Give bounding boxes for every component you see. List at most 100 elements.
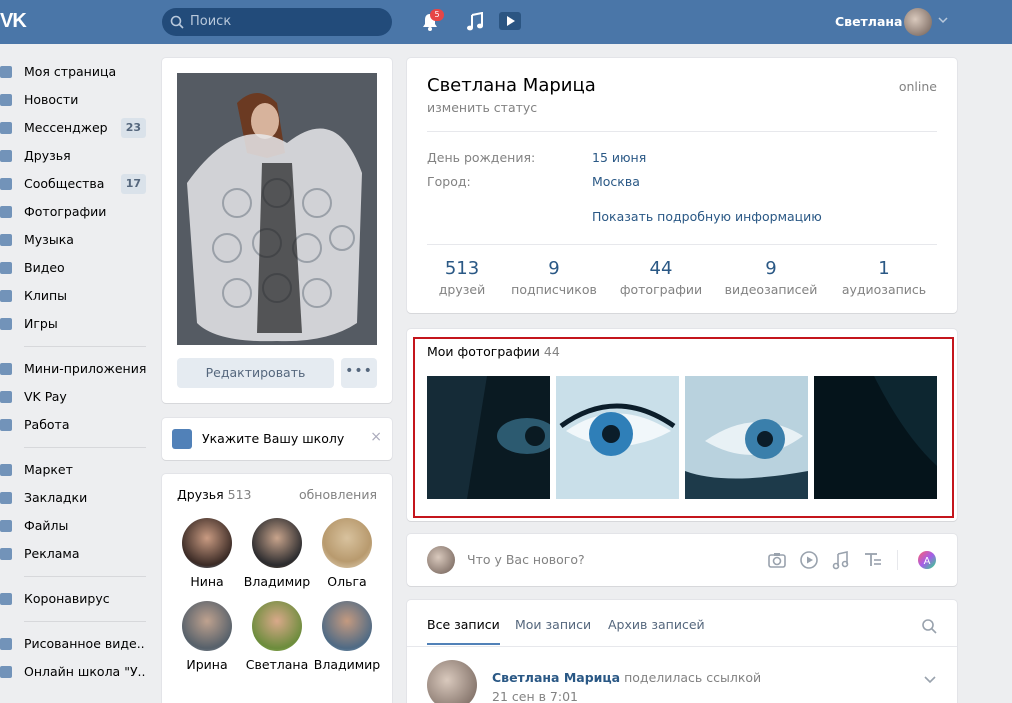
virus-icon <box>0 593 12 605</box>
friend-item[interactable]: Владимир <box>242 518 312 589</box>
friend-item[interactable]: Светлана <box>242 601 312 672</box>
tab-all-posts[interactable]: Все записи <box>427 617 500 632</box>
counter-photos[interactable]: 44 фотографии <box>606 258 716 297</box>
sidebar-item-ads[interactable]: Реклама <box>0 540 150 568</box>
search-placeholder: Поиск <box>190 14 232 29</box>
avatar <box>252 601 302 651</box>
sidebar-item-community-1[interactable]: Рисованное виде.. <box>0 630 150 658</box>
show-more-info-link[interactable]: Показать подробную информацию <box>592 209 822 224</box>
friend-item[interactable]: Ольга <box>312 518 382 589</box>
vk-ai-icon[interactable]: A <box>917 550 937 570</box>
sidebar-item-communities[interactable]: Сообщества 17 <box>0 170 150 198</box>
sidebar-item-music[interactable]: Музыка <box>0 226 150 254</box>
chat-icon <box>0 122 12 134</box>
edit-profile-button[interactable]: Редактировать <box>177 358 334 388</box>
photo-thumbnail-image <box>427 376 550 499</box>
friends-card: Друзья 513 обновления Нина Владимир Ольга… <box>162 474 392 703</box>
user-name[interactable]: Светлана <box>835 14 902 29</box>
avatar[interactable] <box>427 660 477 703</box>
photo-thumbnail[interactable] <box>556 376 679 499</box>
sidebar-item-vk-pay[interactable]: VK Pay <box>0 383 150 411</box>
tab-my-posts[interactable]: Мои записи <box>515 617 591 632</box>
sidebar-item-mini-apps[interactable]: Мини-приложения <box>0 355 150 383</box>
sidebar-item-video[interactable]: Видео <box>0 254 150 282</box>
vk-logo[interactable]: VK <box>0 10 32 34</box>
chevron-down-icon[interactable] <box>923 675 937 685</box>
photo-thumbnail[interactable] <box>685 376 808 499</box>
photo-thumbnail-image <box>685 376 808 499</box>
sidebar-divider <box>24 447 146 448</box>
megaphone-icon <box>0 548 12 560</box>
sidebar-item-clips[interactable]: Клипы <box>0 282 150 310</box>
sidebar-item-news[interactable]: Новости <box>0 86 150 114</box>
notification-badge: 5 <box>430 9 444 21</box>
sidebar-item-photos[interactable]: Фотографии <box>0 198 150 226</box>
clips-icon <box>0 290 12 302</box>
camera-icon <box>0 206 12 218</box>
counter-videos[interactable]: 9 видеозаписей <box>716 258 826 297</box>
sidebar-item-bookmarks[interactable]: Закладки <box>0 484 150 512</box>
friend-item[interactable]: Нина <box>172 518 242 589</box>
music-icon[interactable] <box>466 12 484 32</box>
avatar[interactable] <box>904 8 932 36</box>
divider <box>407 646 957 647</box>
sidebar-item-games[interactable]: Игры <box>0 310 150 338</box>
camera-icon[interactable] <box>767 550 787 570</box>
friend-item[interactable]: Ирина <box>172 601 242 672</box>
status-edit-link[interactable]: изменить статус <box>427 100 537 115</box>
profile-photo-card: Редактировать ••• <box>162 58 392 403</box>
online-status: online <box>898 79 937 94</box>
divider <box>427 244 937 245</box>
search-icon[interactable] <box>921 618 937 634</box>
photo-thumbnail-image <box>556 376 679 499</box>
sidebar-item-coronavirus[interactable]: Коронавирус <box>0 585 150 613</box>
search-input[interactable]: Поиск <box>162 8 392 36</box>
music-icon[interactable] <box>831 550 851 570</box>
avatar <box>182 601 232 651</box>
post-date[interactable]: 21 сен в 7:01 <box>492 689 578 703</box>
my-photos-title[interactable]: Мои фотографии 44 <box>427 344 560 359</box>
video-icon[interactable] <box>799 550 819 570</box>
sidebar-item-messenger[interactable]: Мессенджер 23 <box>0 114 150 142</box>
counter-followers[interactable]: 9 подписчиков <box>499 258 609 297</box>
new-post-input[interactable]: Что у Вас нового? <box>467 552 585 567</box>
divider <box>427 131 937 132</box>
profile-photo[interactable] <box>177 73 377 345</box>
post-composer: Что у Вас нового? A <box>407 534 957 586</box>
more-actions-button[interactable]: ••• <box>341 358 377 388</box>
sidebar-item-friends[interactable]: Друзья <box>0 142 150 170</box>
communities-count: 17 <box>120 174 146 194</box>
chevron-down-icon[interactable] <box>938 16 948 24</box>
close-icon[interactable]: × <box>370 429 382 445</box>
school-prompt-card: Укажите Вашу школу × <box>162 418 392 460</box>
sidebar-item-community-2[interactable]: Онлайн школа "У.. <box>0 658 150 686</box>
photo-thumbnail[interactable] <box>427 376 550 499</box>
video-icon[interactable] <box>498 11 522 31</box>
photo-thumbnail-image <box>814 376 937 499</box>
photo-thumbnail[interactable] <box>814 376 937 499</box>
search-icon <box>170 15 184 29</box>
city-value[interactable]: Москва <box>592 174 640 189</box>
counter-audio[interactable]: 1 аудиозапись <box>829 258 939 297</box>
friends-updates-link[interactable]: обновления <box>299 487 377 502</box>
tab-archive[interactable]: Архив записей <box>608 617 705 632</box>
sidebar-divider <box>24 576 146 577</box>
post-author[interactable]: Светлана Марица поделилась ссылкой <box>492 670 761 685</box>
profile-photo-image <box>177 73 377 345</box>
article-icon[interactable] <box>863 550 883 570</box>
top-bar: VK Поиск 5 Светлана <box>0 0 1012 44</box>
briefcase-icon <box>0 419 12 431</box>
user-icon <box>0 150 12 162</box>
school-prompt-link[interactable]: Укажите Вашу школу <box>202 431 344 446</box>
sidebar-item-work[interactable]: Работа <box>0 411 150 439</box>
sidebar-item-files[interactable]: Файлы <box>0 512 150 540</box>
friend-item[interactable]: Владимир <box>312 601 382 672</box>
avatar <box>182 518 232 568</box>
birthday-value[interactable]: 15 июня <box>592 150 646 165</box>
sidebar: Моя страница Новости Мессенджер 23 Друзья… <box>0 58 150 686</box>
sidebar-item-my-page[interactable]: Моя страница <box>0 58 150 86</box>
sidebar-item-market[interactable]: Маркет <box>0 456 150 484</box>
active-tab-indicator <box>427 643 500 645</box>
profile-info-card: Светлана Марица изменить статус online Д… <box>407 58 957 313</box>
friends-title[interactable]: Друзья 513 <box>177 487 252 502</box>
